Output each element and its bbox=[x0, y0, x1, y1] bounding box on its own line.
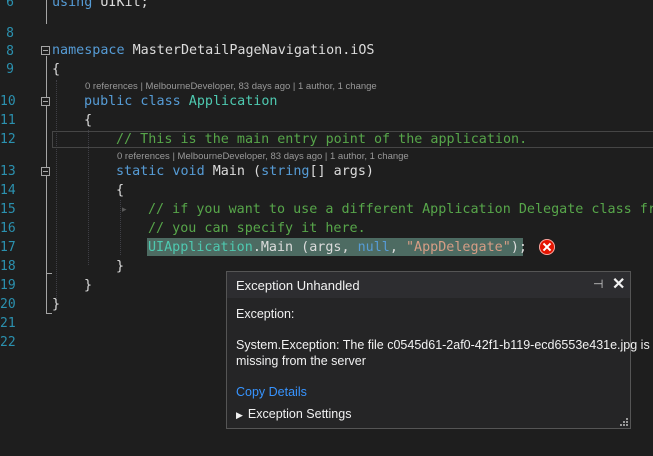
outline-guide bbox=[46, 273, 52, 274]
namespace-name: MasterDetailPageNavigation.iOS bbox=[124, 43, 375, 58]
line-number: 19 bbox=[0, 278, 16, 293]
code-line-17[interactable]: UIApplication.Main (args, null, "AppDele… bbox=[148, 240, 527, 256]
exception-message-line1: System.Exception: The file c0545d61-2af0… bbox=[236, 338, 650, 352]
line-number: 20 bbox=[0, 297, 16, 312]
line-number: 15 bbox=[0, 202, 16, 217]
code-text: , bbox=[389, 240, 406, 255]
line-number: 14 bbox=[0, 183, 16, 198]
code-line-20[interactable]: } bbox=[52, 297, 60, 313]
keyword: namespace bbox=[52, 43, 125, 58]
line-number: 10 bbox=[0, 94, 16, 109]
line-number: 8 bbox=[6, 26, 14, 41]
outline-guide bbox=[46, 313, 52, 314]
code-line-15[interactable]: // if you want to use a different Applic… bbox=[148, 202, 653, 218]
code-line-6[interactable]: using UIKit; bbox=[52, 0, 149, 11]
code-line-12[interactable]: // This is the main entry point of the a… bbox=[116, 132, 527, 148]
line-number: 12 bbox=[0, 132, 16, 147]
keyword: string bbox=[261, 164, 310, 179]
code-line-10[interactable]: public class Application bbox=[84, 94, 278, 110]
copy-details-link[interactable]: Copy Details bbox=[236, 384, 307, 400]
codelens-application[interactable]: 0 references | MelbourneDeveloper, 83 da… bbox=[85, 81, 377, 93]
keyword: void bbox=[164, 164, 205, 179]
code-text: UIKit; bbox=[92, 0, 149, 10]
keyword: null bbox=[357, 240, 390, 255]
expand-triangle-icon: ▶ bbox=[236, 410, 243, 420]
exception-popup-header: Exception Unhandled ⊣ ✕ bbox=[227, 272, 630, 298]
indent-guide bbox=[120, 200, 121, 255]
code-line-8[interactable]: namespace MasterDetailPageNavigation.iOS bbox=[52, 43, 374, 59]
codelens-main[interactable]: 0 references | MelbourneDeveloper, 83 da… bbox=[117, 151, 409, 163]
code-line-18[interactable]: } bbox=[116, 259, 124, 275]
exception-label: Exception: bbox=[236, 307, 295, 321]
exception-message-line2: missing from the server bbox=[236, 354, 366, 368]
keyword: using bbox=[52, 0, 93, 10]
collapse-icon[interactable] bbox=[41, 167, 50, 176]
line-number: 13 bbox=[0, 164, 16, 179]
code-line-14[interactable]: { bbox=[116, 183, 124, 199]
pin-icon[interactable]: ⊣ bbox=[593, 277, 603, 291]
collapsed-region-icon[interactable]: ▸ bbox=[122, 205, 127, 215]
keyword: public bbox=[84, 94, 133, 109]
code-line-11[interactable]: { bbox=[84, 113, 92, 129]
class-name: UIApplication bbox=[148, 240, 253, 255]
code-text: ); bbox=[510, 240, 527, 255]
exception-popup-title: Exception Unhandled bbox=[236, 278, 360, 293]
exception-settings-label: Exception Settings bbox=[247, 407, 352, 421]
code-text: .Main (args, bbox=[252, 240, 358, 255]
indent-guide bbox=[56, 80, 57, 300]
exception-settings-toggle[interactable]: ▶ Exception Settings bbox=[236, 406, 351, 423]
collapse-icon[interactable] bbox=[41, 46, 50, 55]
error-icon[interactable] bbox=[539, 239, 555, 255]
outline-guide bbox=[46, 0, 47, 24]
close-icon[interactable]: ✕ bbox=[612, 274, 625, 294]
line-number: 8 bbox=[6, 44, 14, 59]
line-number: 17 bbox=[0, 240, 16, 255]
code-text: [] args) bbox=[309, 164, 375, 179]
exception-popup[interactable]: Exception Unhandled ⊣ ✕ Exception: Syste… bbox=[226, 271, 650, 429]
line-number: 18 bbox=[0, 259, 16, 274]
resize-grip-icon[interactable] bbox=[618, 416, 628, 426]
code-line-16[interactable]: // you can specify it here. bbox=[148, 221, 366, 237]
line-number: 21 bbox=[0, 316, 16, 331]
code-line-19[interactable]: } bbox=[84, 278, 92, 294]
outline-guide bbox=[46, 177, 47, 274]
keyword: static bbox=[116, 164, 165, 179]
collapse-icon[interactable] bbox=[41, 97, 50, 106]
code-line-13[interactable]: static void Main (string[] args) bbox=[116, 164, 374, 180]
indent-guide bbox=[88, 130, 89, 265]
line-number: 6 bbox=[6, 0, 14, 10]
line-number: 9 bbox=[6, 62, 14, 77]
class-name: Application bbox=[180, 94, 278, 109]
method-name: Main ( bbox=[204, 164, 262, 179]
code-line-9[interactable]: { bbox=[52, 62, 60, 78]
keyword: class bbox=[132, 94, 181, 109]
line-number: 16 bbox=[0, 221, 16, 236]
string-literal: "AppDelegate" bbox=[406, 240, 511, 255]
line-number: 22 bbox=[0, 335, 16, 350]
line-number: 11 bbox=[0, 113, 16, 128]
